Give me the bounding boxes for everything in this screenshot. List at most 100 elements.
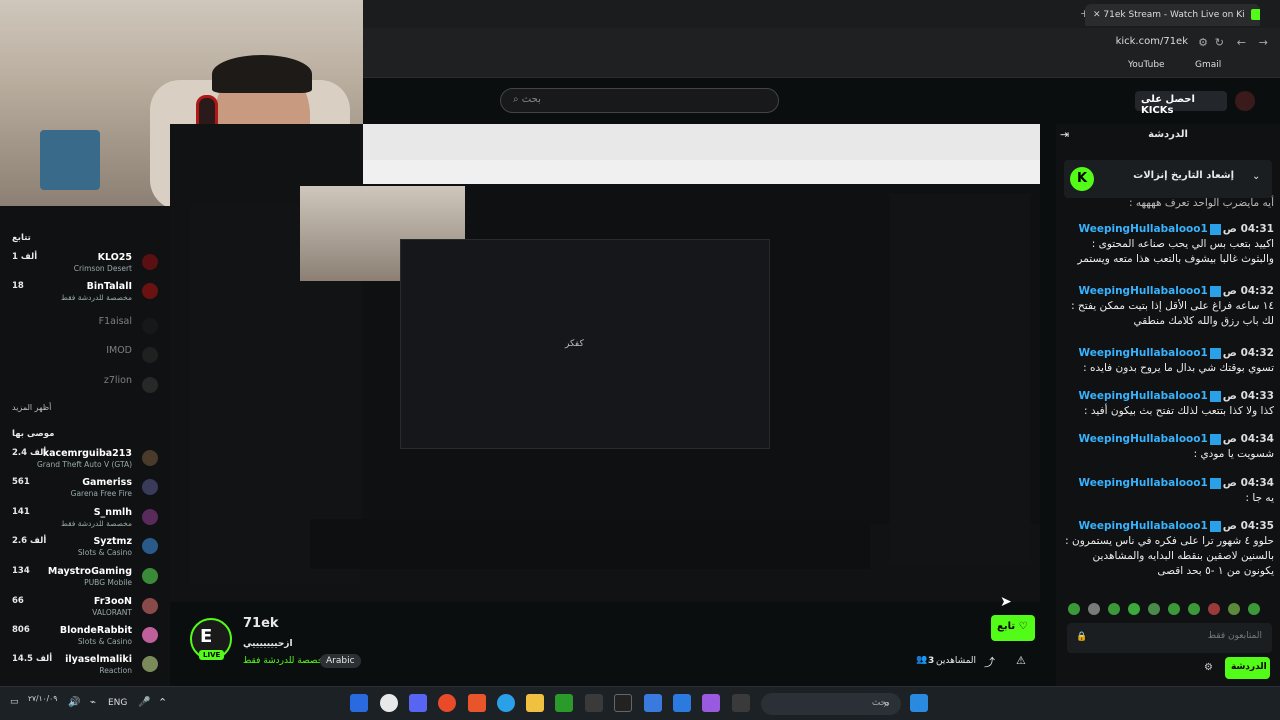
emote-icon[interactable] [1188, 603, 1200, 615]
outlook-icon[interactable] [673, 694, 691, 712]
message-time: 04:32 ص [1222, 285, 1274, 297]
emote-icon[interactable] [1088, 603, 1100, 615]
channel-category: VALORANT [92, 608, 132, 617]
viewer-count: 66 [12, 596, 24, 606]
ctrl-app-icon[interactable] [614, 694, 632, 712]
emote-icon[interactable] [1228, 603, 1240, 615]
video-player[interactable]: كفكر [170, 124, 1040, 602]
get-kicks-button[interactable]: احصل على KICKs [1135, 91, 1227, 116]
brave-icon[interactable] [468, 694, 486, 712]
sidebar-following-item[interactable]: z7lion [8, 375, 162, 405]
chat-input[interactable]: المتابعون فقط [1067, 623, 1272, 653]
viewers-icon: 👥 [916, 655, 928, 665]
sidebar-following-item[interactable]: 1 ألف KLO25 Crimson Desert [8, 252, 162, 282]
chrome-icon[interactable] [438, 694, 456, 712]
bookmark-gmail[interactable]: Gmail [1195, 60, 1221, 70]
avatar [142, 254, 158, 270]
channel-category: Slots & Casino [77, 637, 132, 646]
forward-icon[interactable]: → [1259, 36, 1268, 49]
sidebar-following-item[interactable]: IMOD [8, 345, 162, 375]
lock-icon: 🔒 [1076, 632, 1088, 642]
report-icon[interactable]: ⚠ [1016, 654, 1026, 667]
viewer-count-number: 3 [928, 656, 935, 666]
gear-icon[interactable]: ⚙ [1204, 662, 1213, 673]
show-more-link[interactable]: أظهر المزيد [12, 403, 51, 412]
sidebar-recommended-item[interactable]: 806 BlondeRabbit Slots & Casino [8, 625, 162, 655]
store-icon[interactable] [644, 694, 662, 712]
file-explorer-icon[interactable] [526, 694, 544, 712]
sidebar-recommended-item[interactable]: 561 Gameriss Garena Free Fire [8, 477, 162, 507]
xbox-icon[interactable] [555, 694, 573, 712]
sidebar-recommended-item[interactable]: 134 MaystroGaming PUBG Mobile [8, 566, 162, 596]
emote-icon[interactable] [1248, 603, 1260, 615]
obs-icon[interactable] [380, 694, 398, 712]
url-field[interactable]: kick.com/71ek [1116, 36, 1188, 47]
back-icon[interactable]: ← [1237, 36, 1246, 49]
notification-icon[interactable]: ▭ [10, 697, 19, 707]
steam-icon[interactable] [350, 694, 368, 712]
reload-icon[interactable]: ↻ [1215, 36, 1224, 49]
emote-icon[interactable] [1148, 603, 1160, 615]
volume-icon[interactable]: 🔊 [68, 697, 80, 708]
browser-tab-active[interactable]: ✕ 71ek Stream - Watch Live on Ki [1085, 4, 1260, 26]
sidebar-following-item[interactable]: F1aisal [8, 316, 162, 346]
share-icon[interactable]: ⤴ [984, 654, 995, 670]
channel-name: IMOD [106, 345, 132, 356]
avatar [142, 377, 158, 393]
message-text: تسوي بوقتك شي بدال ما يروح بدون فايده : [1083, 362, 1274, 374]
chevron-up-icon[interactable]: ⌃ [158, 696, 167, 709]
task-view-icon[interactable] [732, 694, 750, 712]
channel-name: kacemrguiba213 [42, 448, 132, 459]
viewer-count: 141 [12, 507, 30, 517]
close-tab-icon[interactable]: ✕ [1093, 10, 1101, 20]
windows-start-icon[interactable] [910, 694, 928, 712]
emote-icon[interactable] [1168, 603, 1180, 615]
channel-name: z7lion [103, 375, 132, 386]
user-avatar[interactable] [1235, 91, 1255, 111]
stream-category[interactable]: مخصصة للدردشة فقط [243, 656, 328, 666]
channel-category: Crimson Desert [73, 264, 132, 273]
message-time: 04:35 ص [1222, 520, 1274, 532]
channel-name: BlondeRabbit [59, 625, 132, 636]
pinned-message[interactable]: إشعاد التاريخ إنزالات [1064, 160, 1272, 198]
chevron-down-icon[interactable]: ⌄ [1252, 171, 1260, 182]
settings-icon[interactable] [585, 694, 603, 712]
emote-icon[interactable] [1108, 603, 1120, 615]
search-input[interactable]: ⌕ بحث [500, 88, 779, 113]
sidebar-following-item[interactable]: 18 BinTalalI مخصصة للدردشة فقط [8, 281, 162, 311]
copilot-icon[interactable] [702, 694, 720, 712]
embedded-nested-stream [400, 239, 770, 449]
site-settings-icon[interactable]: ⚙ [1198, 36, 1208, 49]
discord-icon[interactable] [409, 694, 427, 712]
mic-icon[interactable]: 🎤 [138, 697, 150, 708]
sidebar-recommended-item[interactable]: 2.4 ألف kacemrguiba213 Grand Theft Auto … [8, 448, 162, 478]
channel-name: Fr3ooN [93, 596, 132, 607]
emote-icon[interactable] [1128, 603, 1140, 615]
chat-message: 04:34 ص WeepingHullabalooo1 شسويت يا مودي… [1062, 432, 1274, 462]
taskbar-search[interactable]: بحث [761, 693, 901, 715]
emote-icon[interactable] [1208, 603, 1220, 615]
badge-icon [1209, 433, 1221, 445]
chat-send-button[interactable]: الدردشة [1225, 657, 1270, 679]
streamer-name[interactable]: 71ek [243, 616, 279, 631]
person-hair [212, 55, 312, 93]
message-time: 04:32 ص [1222, 347, 1274, 359]
network-icon[interactable]: ⌁ [90, 697, 96, 708]
message-time: 04:31 ص [1222, 223, 1274, 235]
sidebar-recommended-item[interactable]: 2.6 ألف Syztmz Slots & Casino [8, 536, 162, 566]
emote-bar[interactable] [1068, 603, 1268, 617]
edge-icon[interactable] [497, 694, 515, 712]
language-indicator[interactable]: ENG [108, 698, 127, 708]
stream-tag[interactable]: Arabic [320, 654, 361, 668]
sidebar-recommended-item[interactable]: 141 S_nmlh مخصصة للدردشة فقط [8, 507, 162, 537]
channel-category: Garena Free Fire [70, 489, 132, 498]
emote-icon[interactable] [1068, 603, 1080, 615]
stream-info-bar [170, 602, 1040, 686]
bookmark-youtube[interactable]: YouTube [1128, 60, 1165, 70]
sidebar-recommended-item[interactable]: 66 Fr3ooN VALORANT [8, 596, 162, 626]
channel-category: Slots & Casino [77, 548, 132, 557]
channel-name: S_nmlh [93, 507, 132, 518]
sidebar-recommended-item[interactable]: 14.5 ألف ilyaselmaliki Reaction [8, 654, 162, 684]
taskbar-date[interactable]: ٢٧/١٠/٠٩ [28, 694, 57, 703]
follow-button[interactable]: تابع ♡ [991, 615, 1035, 641]
